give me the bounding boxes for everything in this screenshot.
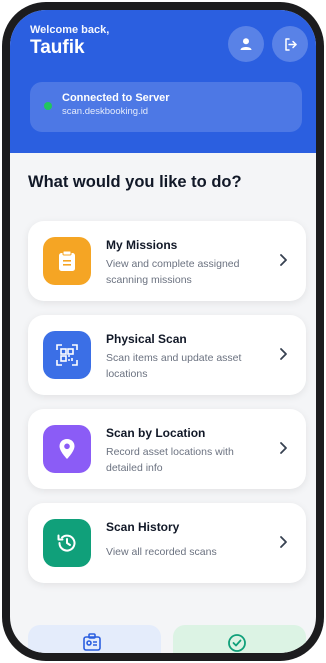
bottom-tile-right[interactable] <box>173 625 306 653</box>
card-icon-bg <box>43 237 91 285</box>
card-icon-bg <box>43 331 91 379</box>
chevron-right-icon <box>280 254 287 266</box>
app-screen: Welcome back, Taufik Connected to Server <box>10 10 316 653</box>
physical-scan-card[interactable]: Physical Scan Scan items and update asse… <box>28 315 306 395</box>
profile-button[interactable] <box>228 26 264 62</box>
server-status-card: Connected to Server scan.deskbooking.id <box>30 82 302 132</box>
card-description: View and complete assigned scanning miss… <box>106 258 240 286</box>
card-icon-bg <box>43 519 91 567</box>
status-dot <box>44 102 52 110</box>
card-description: View all recorded scans <box>106 546 217 558</box>
qr-scan-icon <box>56 344 78 366</box>
scan-history-card[interactable]: Scan History View all recorded scans <box>28 503 306 583</box>
chevron-right-icon <box>280 536 287 548</box>
card-title: My Missions <box>106 238 178 252</box>
location-pin-icon <box>59 439 75 459</box>
bottom-tile-left[interactable] <box>28 625 161 653</box>
scan-by-location-card[interactable]: Scan by Location Record asset locations … <box>28 409 306 489</box>
card-description: Record asset locations with detailed inf… <box>106 446 234 474</box>
page-title: What would you like to do? <box>28 173 242 191</box>
card-title: Scan by Location <box>106 426 206 440</box>
server-status-title: Connected to Server <box>62 92 170 104</box>
card-icon-bg <box>43 425 91 473</box>
chevron-right-icon <box>280 442 287 454</box>
card-description: Scan items and update asset locations <box>106 352 242 380</box>
person-icon <box>240 38 252 50</box>
clipboard-icon <box>59 250 75 271</box>
logout-icon <box>284 37 297 51</box>
logout-button[interactable] <box>272 26 308 62</box>
server-host: scan.deskbooking.id <box>62 106 149 117</box>
history-icon <box>57 534 76 552</box>
chevron-right-icon <box>280 348 287 360</box>
phone-frame: Welcome back, Taufik Connected to Server <box>2 2 324 661</box>
header: Welcome back, Taufik Connected to Server <box>10 10 316 153</box>
my-missions-card[interactable]: My Missions View and complete assigned s… <box>28 221 306 301</box>
card-title: Physical Scan <box>106 332 187 346</box>
card-title: Scan History <box>106 520 180 534</box>
check-circle-icon <box>228 634 246 652</box>
id-badge-icon <box>83 633 101 651</box>
